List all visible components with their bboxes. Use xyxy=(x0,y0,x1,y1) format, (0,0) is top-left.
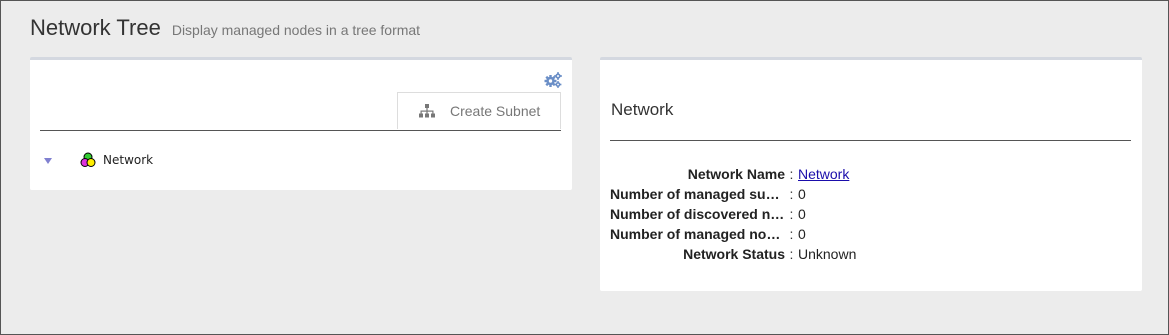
divider xyxy=(610,140,1131,141)
detail-key: Number of managed nodes xyxy=(610,226,785,242)
network-name-link[interactable]: Network xyxy=(798,166,849,182)
detail-value: 0 xyxy=(798,186,806,202)
network-circles-icon xyxy=(80,152,96,168)
tree-node-network[interactable]: Network xyxy=(43,152,153,168)
details-list: Network Name : Network Number of managed… xyxy=(610,164,910,264)
create-subnet-button[interactable]: Create Subnet xyxy=(397,92,561,129)
detail-separator: : xyxy=(789,206,794,222)
divider xyxy=(40,130,561,131)
page-header: Network Tree Display managed nodes in a … xyxy=(30,15,420,41)
network-tree-panel: Create Subnet Network xyxy=(30,57,572,190)
detail-key: Network Status xyxy=(683,246,785,262)
gears-icon[interactable] xyxy=(544,72,562,88)
network-details-panel: Network Network Name : Network Number of… xyxy=(600,57,1142,291)
detail-separator: : xyxy=(789,246,794,262)
detail-separator: : xyxy=(789,226,794,242)
detail-key: Network Name xyxy=(687,166,785,182)
tree-node-label[interactable]: Network xyxy=(103,153,153,167)
page-title: Network Tree xyxy=(30,15,161,40)
detail-value: 0 xyxy=(798,206,806,222)
detail-key: Number of discovered nodes xyxy=(610,206,785,222)
detail-row: Number of managed nodes : 0 xyxy=(610,224,910,244)
triangle-down-icon[interactable] xyxy=(43,155,53,165)
detail-value: Unknown xyxy=(798,246,857,262)
detail-separator: : xyxy=(789,186,794,202)
detail-key: Number of managed subnets xyxy=(610,186,785,202)
detail-row: Network Name : Network xyxy=(610,164,910,184)
detail-row: Number of managed subnets : 0 xyxy=(610,184,910,204)
details-title: Network xyxy=(611,100,674,119)
detail-row: Number of discovered nodes : 0 xyxy=(610,204,910,224)
detail-row: Network Status : Unknown xyxy=(610,244,910,264)
sitemap-icon xyxy=(418,103,436,119)
detail-value: 0 xyxy=(798,226,806,242)
create-subnet-label: Create Subnet xyxy=(450,103,541,119)
page-subtitle: Display managed nodes in a tree format xyxy=(171,22,421,38)
detail-separator: : xyxy=(789,166,794,182)
